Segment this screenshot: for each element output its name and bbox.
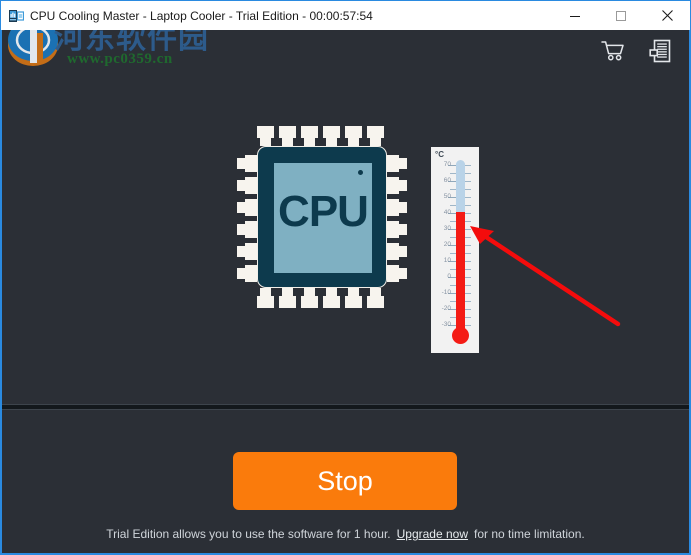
chip-pin <box>257 126 274 146</box>
chip-pin <box>301 126 318 146</box>
chip-pin <box>237 155 257 172</box>
thermometer-scale-label: -10 <box>441 289 451 296</box>
thermometer-minor-tick <box>450 301 456 302</box>
client-area: 河东软件园 www.pc0359.cn CPU °C 70 60 50 40 3… <box>0 30 691 555</box>
thermometer-scale-label: 0 <box>447 273 451 280</box>
stop-button[interactable]: Stop <box>233 452 457 510</box>
chip-pin <box>345 126 362 146</box>
title-bar: CPU Cooling Master - Laptop Cooler - Tri… <box>0 0 691 30</box>
thermometer-tick <box>465 165 471 166</box>
cpu-chip-icon <box>8 8 25 24</box>
thermometer-minor-tick <box>450 237 456 238</box>
thermometer-scale-label: 50 <box>443 193 451 200</box>
thermometer-minor-tick <box>450 317 456 318</box>
thermometer-minor-tick <box>450 221 456 222</box>
thermometer-tick <box>465 173 471 174</box>
close-button[interactable] <box>644 1 690 30</box>
trial-notice-prefix: Trial Edition allows you to use the soft… <box>106 527 391 541</box>
chip-pin <box>279 288 296 308</box>
hero-illustration: CPU °C 70 60 50 40 30 20 10 0 -10 -20 -3… <box>2 30 689 403</box>
thermometer-minor-tick <box>450 173 456 174</box>
chip-pin <box>237 265 257 282</box>
window-controls <box>552 1 690 30</box>
thermometer-minor-tick <box>450 269 456 270</box>
thermometer-tick <box>465 285 471 286</box>
chip-pin <box>387 243 407 260</box>
cpu-graphic: CPU <box>224 112 420 322</box>
thermometer-graphic: °C 70 60 50 40 30 20 10 0 -10 -20 -30 <box>431 147 479 353</box>
thermometer-mercury <box>456 212 465 333</box>
chip-pin <box>237 199 257 216</box>
thermometer-tick <box>465 245 471 246</box>
thermometer-tick <box>465 269 471 270</box>
thermometer-tick <box>465 277 471 278</box>
thermometer-tick <box>465 189 471 190</box>
chip-body: CPU <box>257 146 387 288</box>
thermometer-tick <box>465 221 471 222</box>
maximize-button[interactable] <box>598 1 644 30</box>
thermometer-tick <box>465 325 471 326</box>
thermometer-minor-tick <box>450 189 456 190</box>
thermometer-tick <box>465 205 471 206</box>
chip-pin <box>237 243 257 260</box>
thermometer-scale-label: 10 <box>443 257 451 264</box>
thermometer-minor-tick <box>450 285 456 286</box>
thermometer-scale-label: 60 <box>443 177 451 184</box>
chip-pin <box>387 221 407 238</box>
thermometer-scale-label: 30 <box>443 225 451 232</box>
thermometer-scale-label: -20 <box>441 305 451 312</box>
chip-orientation-dot <box>358 170 363 175</box>
chip-pin <box>323 126 340 146</box>
chip-pin <box>237 177 257 194</box>
section-divider <box>2 404 689 410</box>
thermometer-tick <box>465 261 471 262</box>
chip-pin <box>367 126 384 146</box>
chip-pin <box>387 177 407 194</box>
chip-pin <box>367 288 384 308</box>
thermometer-unit-label: °C <box>435 150 444 159</box>
chip-pin <box>237 221 257 238</box>
chip-pin <box>387 265 407 282</box>
chip-pin <box>301 288 318 308</box>
thermometer-scale-label: 20 <box>443 241 451 248</box>
minimize-button[interactable] <box>552 1 598 30</box>
thermometer-scale-label: 40 <box>443 209 451 216</box>
app-window: CPU Cooling Master - Laptop Cooler - Tri… <box>0 0 691 555</box>
chip-pin <box>257 288 274 308</box>
thermometer-tick <box>465 309 471 310</box>
thermometer-scale-label: 70 <box>443 161 451 168</box>
trial-notice: Trial Edition allows you to use the soft… <box>2 527 689 541</box>
upgrade-now-link[interactable]: Upgrade now <box>397 527 468 541</box>
thermometer-tick <box>465 181 471 182</box>
thermometer-tick <box>465 197 471 198</box>
chip-pin <box>387 199 407 216</box>
footer-panel: Stop Trial Edition allows you to use the… <box>2 411 689 551</box>
trial-notice-suffix: for no time limitation. <box>474 527 585 541</box>
thermometer-tick <box>465 317 471 318</box>
thermometer-minor-tick <box>450 205 456 206</box>
chip-pin <box>387 155 407 172</box>
thermometer-bulb <box>452 327 469 344</box>
thermometer-scale-label: -30 <box>441 321 451 328</box>
thermometer-tick <box>465 213 471 214</box>
thermometer-minor-tick <box>450 253 456 254</box>
chip-die: CPU <box>274 163 372 273</box>
window-title: CPU Cooling Master - Laptop Cooler - Tri… <box>30 8 373 23</box>
thermometer-tick <box>465 229 471 230</box>
chip-pin <box>323 288 340 308</box>
thermometer-tick <box>465 301 471 302</box>
thermometer-tick <box>465 253 471 254</box>
chip-pin <box>345 288 362 308</box>
chip-pin <box>279 126 296 146</box>
chip-label: CPU <box>278 187 369 236</box>
thermometer-tick <box>465 293 471 294</box>
thermometer-tick <box>465 237 471 238</box>
